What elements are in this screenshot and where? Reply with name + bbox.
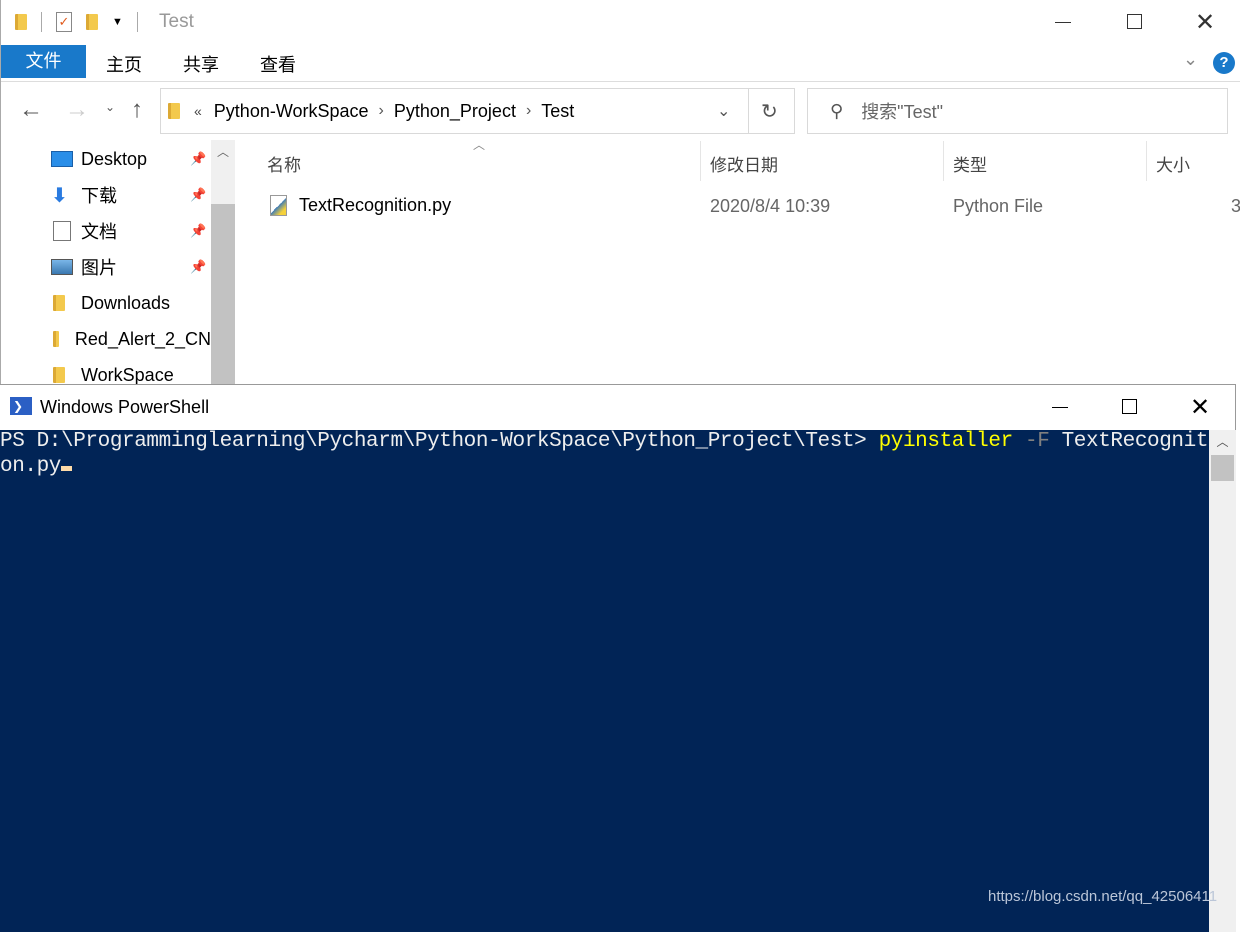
tab-file[interactable]: 文件 — [1, 45, 86, 78]
powershell-window: ❯ Windows PowerShell ✕ PS D:\Programming… — [0, 384, 1236, 932]
properties-icon[interactable]: ✓ — [56, 12, 72, 32]
nav-item-red-alert[interactable]: Red_Alert_2_CN — [51, 321, 211, 357]
pin-icon[interactable]: 📌 — [190, 187, 206, 203]
refresh-icon[interactable]: ↻ — [761, 99, 778, 124]
console-line: PS D:\Programminglearning\Pycharm\Python… — [0, 430, 1221, 453]
cursor — [61, 466, 73, 471]
close-button[interactable]: ✕ — [1195, 8, 1215, 37]
folder-icon — [53, 367, 65, 383]
search-placeholder: 搜索"Test" — [861, 102, 943, 122]
column-size[interactable]: 大小 — [1156, 151, 1190, 176]
forward-button[interactable]: → — [65, 96, 89, 124]
breadcrumb-item[interactable]: Test — [541, 101, 574, 122]
prompt-text: PS D:\Programminglearning\Pycharm\Python… — [0, 430, 879, 453]
watermark: https://blog.csdn.net/qq_42506411 — [988, 888, 1218, 905]
window-title: Test — [159, 11, 194, 32]
ps-close-button[interactable]: ✕ — [1190, 393, 1210, 422]
search-icon: ⚲ — [830, 100, 844, 121]
minimize-button[interactable] — [1055, 22, 1071, 23]
scroll-thumb[interactable] — [1211, 455, 1234, 481]
console-scrollbar[interactable]: ︿ — [1209, 430, 1236, 932]
scroll-up-arrow[interactable]: ︿ — [1209, 430, 1236, 455]
column-name[interactable]: 名称 — [267, 151, 301, 176]
flag-text: -F — [1012, 430, 1062, 453]
tab-share[interactable]: 共享 — [183, 51, 219, 77]
python-file-icon — [270, 195, 287, 216]
back-button[interactable]: ← — [19, 96, 43, 124]
argument-text: TextRecogniti — [1061, 430, 1221, 453]
column-modified[interactable]: 修改日期 — [710, 151, 778, 176]
up-button[interactable]: ↑ — [131, 96, 143, 124]
nav-label: Downloads — [81, 292, 171, 313]
expand-ribbon-icon[interactable]: ⌄ — [1183, 49, 1198, 70]
scroll-thumb[interactable] — [211, 204, 235, 404]
file-name: TextRecognition.py — [299, 195, 452, 215]
pictures-icon — [51, 259, 73, 275]
ps-minimize-button[interactable] — [1052, 407, 1068, 408]
file-row[interactable]: TextRecognition.py 2020/8/4 10:39 Python… — [267, 193, 1240, 221]
sort-indicator: ︿ — [473, 138, 486, 152]
chevron-right-icon[interactable]: › — [379, 102, 384, 120]
pin-icon[interactable]: 📌 — [190, 151, 206, 167]
nav-label: WorkSpace — [81, 364, 174, 385]
nav-item-pictures[interactable]: 图片 — [51, 249, 211, 285]
search-box[interactable]: ⚲ 搜索"Test" — [807, 88, 1228, 134]
nav-label: 图片 — [81, 258, 117, 278]
folder-icon — [53, 295, 65, 311]
nav-label: 下载 — [81, 186, 117, 206]
command-text: pyinstaller — [878, 430, 1014, 453]
file-type: Python File — [953, 196, 1044, 216]
argument-text: on.py — [0, 455, 62, 478]
folder-icon — [15, 14, 27, 30]
chevron-right-icon[interactable]: › — [526, 102, 531, 120]
console-line: on.py — [0, 455, 73, 478]
breadcrumb-item[interactable]: Python_Project — [394, 101, 516, 122]
new-folder-icon[interactable] — [86, 14, 98, 30]
folder-icon — [168, 103, 180, 119]
nav-item-documents[interactable]: 文档 — [51, 213, 211, 249]
quick-access-toolbar: ✓ ▼ — [15, 12, 138, 32]
powershell-icon: ❯ — [10, 397, 32, 415]
customize-dropdown-icon[interactable]: ▼ — [112, 16, 123, 28]
console[interactable]: PS D:\Programminglearning\Pycharm\Python… — [0, 430, 1221, 932]
recent-dropdown-icon[interactable]: ⌄ — [105, 100, 115, 114]
nav-item-downloads-cn[interactable]: ⬇ 下载 — [51, 177, 211, 213]
nav-item-downloads[interactable]: Downloads — [51, 285, 211, 321]
nav-label: 文档 — [81, 222, 117, 242]
maximize-button[interactable] — [1127, 14, 1142, 29]
scroll-up-arrow[interactable]: ︿ — [211, 140, 235, 164]
breadcrumb-item[interactable]: Python-WorkSpace — [214, 101, 369, 122]
nav-scrollbar[interactable]: ︿ — [211, 140, 235, 404]
nav-label: Red_Alert_2_CN — [74, 328, 211, 349]
pin-icon[interactable]: 📌 — [190, 223, 206, 239]
address-dropdown-icon[interactable]: ⌄ — [717, 101, 730, 121]
nav-item-desktop[interactable]: Desktop — [51, 141, 211, 177]
folder-icon — [53, 331, 59, 347]
document-icon — [53, 221, 71, 241]
download-icon: ⬇ — [51, 184, 68, 207]
file-size: 3 — [1231, 196, 1240, 216]
tab-view[interactable]: 查看 — [260, 51, 296, 77]
ps-maximize-button[interactable] — [1122, 399, 1137, 414]
overflow-chevron[interactable]: « — [194, 103, 202, 119]
nav-label: Desktop — [81, 148, 148, 169]
ribbon-tabs: 文件 主页 共享 查看 ⌄ ? — [1, 45, 1240, 82]
column-type[interactable]: 类型 — [953, 151, 987, 176]
file-modified: 2020/8/4 10:39 — [710, 196, 831, 216]
powershell-title: Windows PowerShell — [40, 397, 210, 417]
help-icon[interactable]: ? — [1213, 52, 1235, 74]
address-bar[interactable]: « Python-WorkSpace › Python_Project › Te… — [160, 88, 795, 134]
tab-home[interactable]: 主页 — [106, 51, 142, 77]
desktop-icon — [51, 151, 73, 167]
pin-icon[interactable]: 📌 — [190, 259, 206, 275]
explorer-window: ✓ ▼ Test ✕ 文件 主页 共享 查看 ⌄ ? ← → ⌄ ↑ « Pyt… — [0, 0, 1240, 404]
